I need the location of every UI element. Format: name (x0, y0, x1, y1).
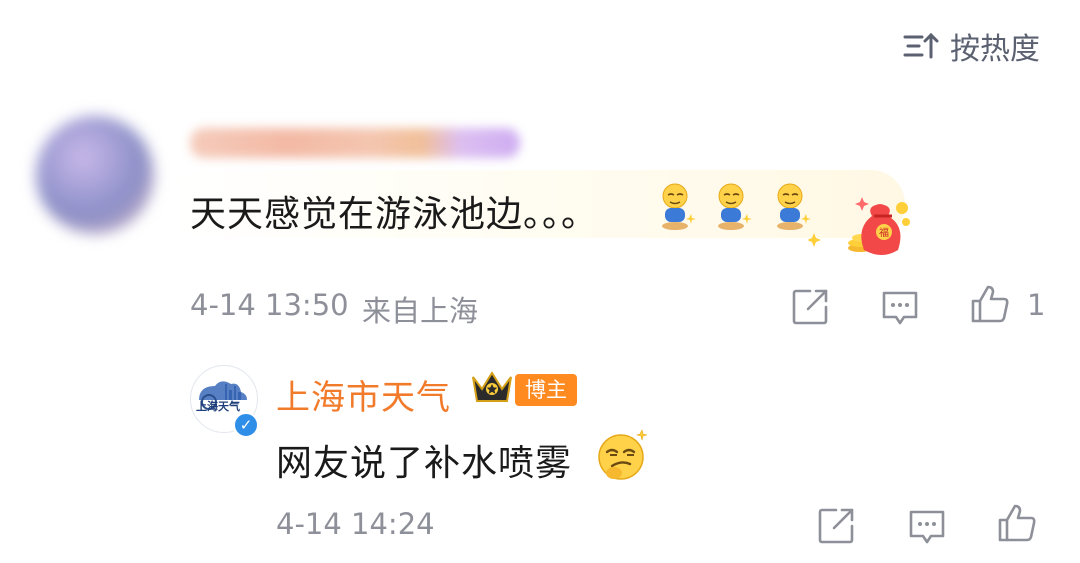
person-sweating-emoji (662, 183, 696, 230)
blogger-badge: 博主 (515, 374, 577, 406)
comment-time: 4-14 13:50 (190, 288, 349, 322)
like-count: 1 (1027, 288, 1046, 322)
reply-author-name[interactable]: 上海市天气 (276, 370, 451, 419)
comment-icon[interactable] (880, 288, 920, 328)
like-icon[interactable] (997, 503, 1037, 543)
commenter-name-blurred[interactable] (190, 128, 520, 158)
smirk-emoji (598, 429, 648, 480)
person-sweating-emoji (777, 183, 811, 230)
comment-text: 天天感觉在游泳池边。。。 (190, 194, 599, 235)
verified-badge-icon: ✓ (233, 412, 259, 438)
comment-thread: 按热度 天天感觉在游泳池边。。。 福 4-14 13:50 来自上海 1 上海天… (0, 0, 1080, 563)
sort-icon (903, 32, 939, 59)
like-icon[interactable] (970, 284, 1010, 324)
person-sweating-emoji (718, 183, 752, 230)
comment-location: 来自上海 (362, 294, 479, 328)
reply-time: 4-14 14:24 (276, 507, 435, 541)
svg-text:福: 福 (879, 226, 889, 239)
share-icon[interactable] (816, 506, 856, 546)
sort-by-hot-button[interactable]: 按热度 (902, 24, 1040, 68)
weather-avatar-text: 上海天气 (196, 400, 240, 413)
crown-icon (472, 371, 512, 402)
share-icon[interactable] (790, 287, 830, 327)
sort-label: 按热度 (950, 32, 1040, 67)
reply-text: 网友说了补水喷雾 (276, 443, 573, 484)
commenter-avatar[interactable] (36, 116, 154, 234)
lucky-bag-icon: 福 (808, 197, 910, 255)
comment-icon[interactable] (907, 507, 947, 547)
